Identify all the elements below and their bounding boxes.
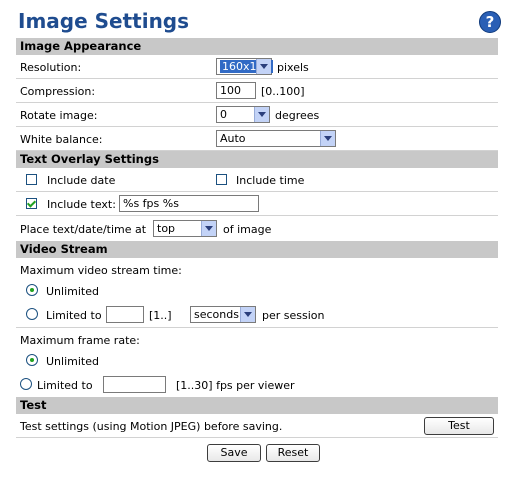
section-video-stream: Video Stream	[16, 241, 498, 258]
include-text-input[interactable]: %s fps %s	[119, 195, 259, 212]
test-row: Test settings (using Motion JPEG) before…	[16, 414, 498, 438]
time-unit-select[interactable]: seconds	[190, 306, 256, 323]
include-time-checkbox[interactable]	[216, 174, 227, 185]
resolution-select[interactable]: 160x120	[216, 58, 273, 75]
include-text-label: Include text:	[47, 198, 116, 211]
place-text-label: Place text/date/time at	[20, 223, 147, 236]
section-text-overlay: Text Overlay Settings	[16, 151, 498, 168]
test-button[interactable]: Test	[424, 417, 494, 435]
resolution-label: Resolution:	[20, 61, 82, 74]
include-date-time-row: Include date Include time	[16, 168, 498, 192]
rate-unlimited-row: Unlimited	[16, 349, 498, 372]
white-balance-label: White balance:	[20, 133, 103, 146]
include-text-checkbox[interactable]	[26, 198, 37, 209]
place-text-value: top	[157, 222, 176, 235]
rate-unlimited-radio[interactable]	[26, 354, 38, 366]
white-balance-select[interactable]: Auto	[216, 130, 336, 147]
include-date-label: Include date	[47, 174, 116, 187]
time-unlimited-label: Unlimited	[46, 285, 99, 298]
compression-label: Compression:	[20, 85, 96, 98]
rate-limited-radio[interactable]	[20, 378, 32, 390]
help-icon[interactable]: ?	[479, 11, 501, 33]
place-text-row: Place text/date/time at top of image	[16, 216, 498, 241]
action-bar: Save Reset	[16, 438, 498, 466]
time-limited-radio[interactable]	[26, 308, 38, 320]
section-test: Test	[16, 397, 498, 414]
test-description: Test settings (using Motion JPEG) before…	[20, 420, 283, 433]
chevron-down-icon	[256, 59, 271, 74]
time-unit-value: seconds	[194, 308, 239, 321]
place-text-select[interactable]: top	[153, 220, 217, 237]
time-limit-input[interactable]	[106, 306, 144, 323]
time-limit-range: [1..]	[149, 309, 172, 322]
rate-limited-row: Limited to [1..30] fps per viewer	[16, 372, 498, 397]
max-time-label: Maximum video stream time:	[20, 264, 182, 277]
compression-row: Compression: 100 [0..100]	[16, 79, 498, 103]
rotate-select[interactable]: 0	[216, 106, 270, 123]
max-rate-label: Maximum frame rate:	[20, 334, 140, 347]
page-title: Image Settings	[18, 9, 190, 33]
reset-button[interactable]: Reset	[266, 444, 320, 462]
include-time-label: Include time	[236, 174, 305, 187]
chevron-down-icon	[201, 221, 216, 236]
rate-limit-range: [1..30] fps per viewer	[176, 379, 295, 392]
white-balance-value: Auto	[220, 132, 246, 145]
chevron-down-icon	[254, 107, 269, 122]
rotate-label: Rotate image:	[20, 109, 98, 122]
rate-limited-label: Limited to	[37, 379, 93, 392]
title-bar: Image Settings ?	[16, 6, 501, 38]
resolution-row: Resolution: 160x120 pixels	[16, 55, 498, 79]
rotate-row: Rotate image: 0 degrees	[16, 103, 498, 127]
max-rate-row: Maximum frame rate:	[16, 328, 498, 349]
rate-unlimited-label: Unlimited	[46, 355, 99, 368]
resolution-unit: pixels	[277, 61, 309, 74]
place-text-suffix: of image	[223, 223, 272, 236]
include-date-checkbox[interactable]	[26, 174, 37, 185]
save-button[interactable]: Save	[207, 444, 261, 462]
time-limit-suffix: per session	[262, 309, 325, 322]
image-settings-panel: Image Settings ? Image Appearance Resolu…	[16, 6, 501, 466]
time-limited-label: Limited to	[46, 309, 102, 322]
rate-limit-input[interactable]	[103, 376, 166, 393]
rotate-unit: degrees	[275, 109, 320, 122]
compression-range: [0..100]	[261, 85, 305, 98]
time-unlimited-row: Unlimited	[16, 279, 498, 302]
chevron-down-icon	[320, 131, 335, 146]
chevron-down-icon	[240, 307, 255, 322]
max-time-row: Maximum video stream time:	[16, 258, 498, 279]
include-text-row: Include text: %s fps %s	[16, 192, 498, 216]
section-image-appearance: Image Appearance	[16, 38, 498, 55]
white-balance-row: White balance: Auto	[16, 127, 498, 151]
time-limited-row: Limited to [1..] seconds per session	[16, 302, 498, 328]
time-unlimited-radio[interactable]	[26, 284, 38, 296]
compression-input[interactable]: 100	[216, 82, 256, 99]
rotate-value: 0	[220, 108, 227, 121]
